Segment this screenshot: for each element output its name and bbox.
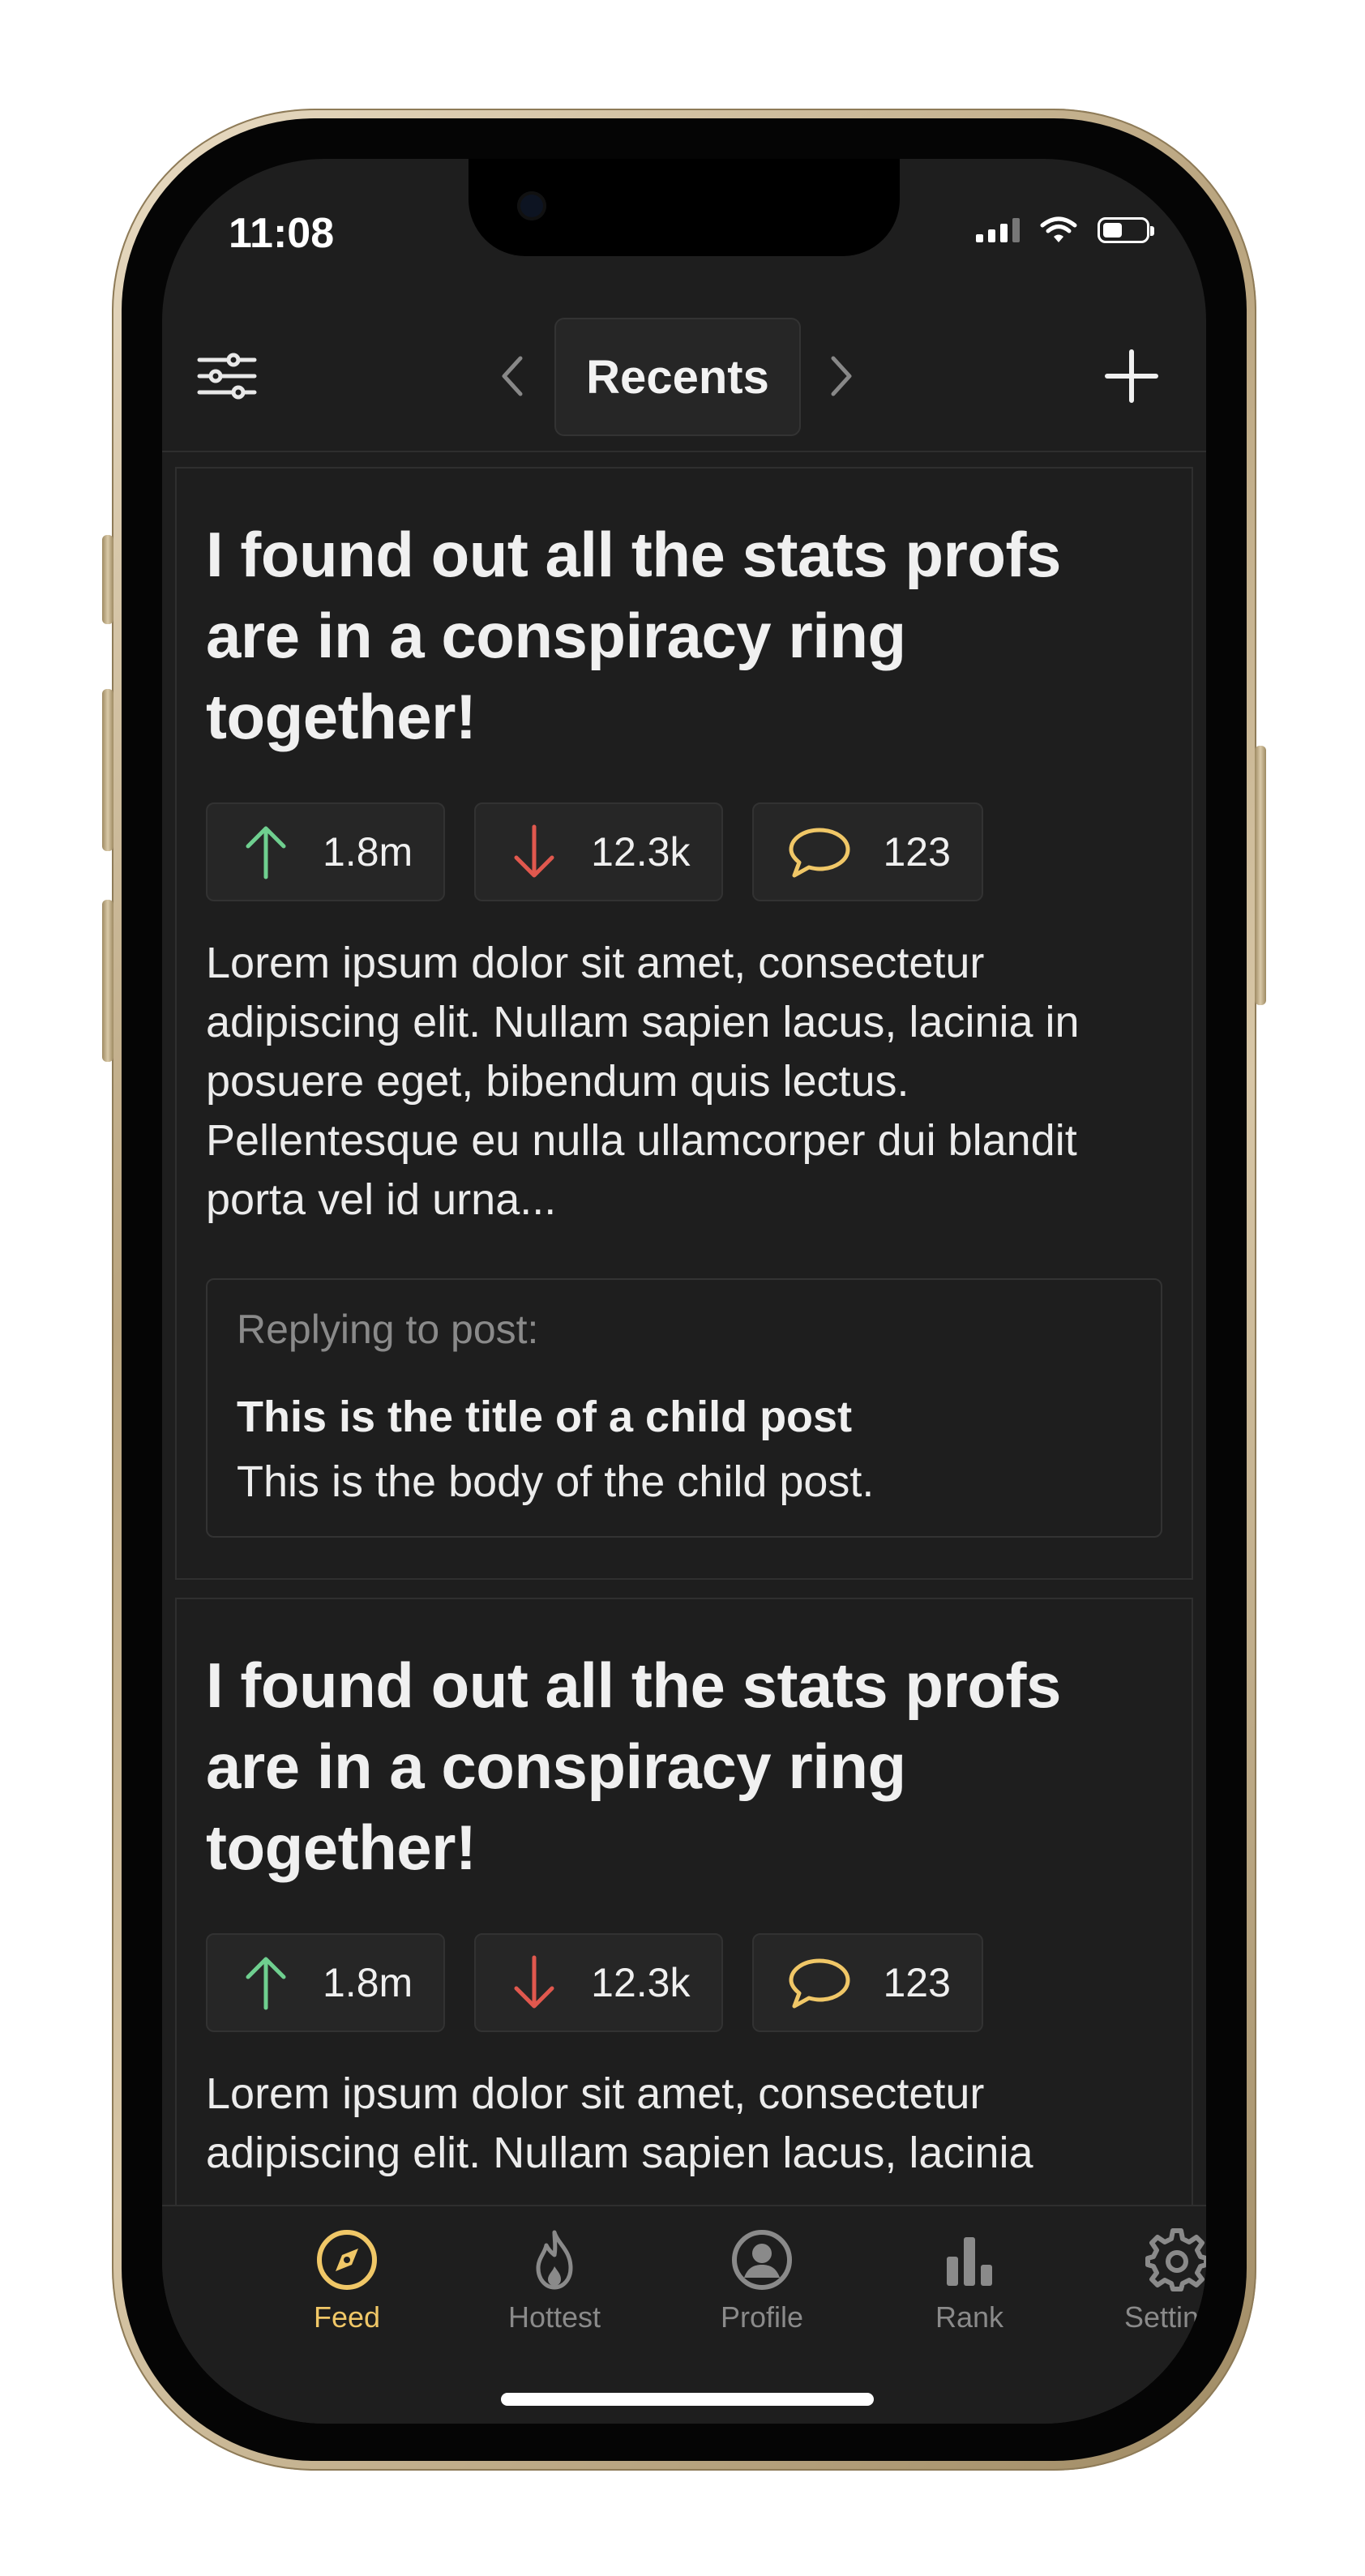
reply-preview[interactable]: Replying to post: This is the title of a… — [206, 1278, 1162, 1538]
reply-title: This is the title of a child post — [237, 1393, 853, 1441]
post-stats: 1.8m 12.3k 123 — [206, 802, 1162, 901]
downvote-button[interactable]: 12.3k — [474, 1933, 723, 2032]
cellular-signal-icon — [976, 218, 1020, 242]
bar-chart-icon — [947, 2237, 992, 2286]
upvote-count: 1.8m — [323, 1960, 413, 2005]
front-camera — [517, 191, 546, 220]
screen: 11:08 Recents I found out all the stats … — [162, 159, 1206, 2424]
tab-rank[interactable]: Rank — [888, 2227, 1050, 2334]
bottom-tab-bar: Feed Hottest Profile Rank Settin — [162, 2205, 1206, 2424]
speech-bubble-icon — [789, 828, 849, 878]
tab-label: Hottest — [507, 2300, 601, 2334]
reply-label: Replying to post: — [237, 1307, 539, 1352]
power-button — [1255, 746, 1266, 1005]
top-header: Recents — [162, 313, 1206, 452]
speech-bubble-icon — [789, 1958, 849, 2009]
post-body: Lorem ipsum dolor sit amet, consectetur … — [206, 2069, 1033, 2177]
post-card[interactable]: I found out all the stats profs are in a… — [175, 467, 1193, 1580]
user-circle-icon — [732, 2230, 792, 2290]
tab-label: Settings — [1123, 2300, 1206, 2334]
upvote-count: 1.8m — [323, 829, 413, 875]
chevron-right-icon[interactable] — [825, 352, 858, 400]
tab-label: Feed — [313, 2300, 381, 2334]
feed-title[interactable]: Recents — [554, 318, 801, 436]
notch — [469, 159, 900, 256]
post-title: I found out all the stats profs are in a… — [206, 519, 1061, 752]
wifi-icon — [1040, 216, 1077, 242]
battery-icon — [1098, 217, 1154, 243]
compass-icon — [317, 2230, 377, 2290]
tab-label: Profile — [720, 2300, 804, 2334]
comments-button[interactable]: 123 — [751, 802, 983, 901]
plus-icon[interactable] — [1102, 347, 1161, 405]
comment-count: 123 — [883, 1960, 951, 2005]
post-stats: 1.8m 12.3k 123 — [206, 1933, 1162, 2032]
gear-icon — [1145, 2228, 1206, 2291]
tab-label: Rank — [935, 2300, 1004, 2334]
status-time: 11:08 — [229, 210, 335, 257]
downvote-count: 12.3k — [591, 829, 691, 875]
downvote-count: 12.3k — [591, 1960, 691, 2005]
arrow-up-icon — [246, 826, 286, 879]
chevron-left-icon[interactable] — [496, 352, 528, 400]
filter-sliders-icon[interactable] — [196, 345, 258, 407]
tab-settings[interactable]: Settings — [1096, 2227, 1206, 2334]
downvote-button[interactable]: 12.3k — [474, 802, 723, 901]
status-icons — [976, 216, 1154, 245]
post-feed: I found out all the stats profs are in a… — [175, 467, 1193, 2243]
tab-feed[interactable]: Feed — [266, 2227, 428, 2334]
reply-body: This is the body of the child post. — [237, 1457, 875, 1506]
tab-profile[interactable]: Profile — [681, 2227, 843, 2334]
silent-switch — [102, 535, 113, 624]
volume-up-button — [102, 689, 113, 851]
upvote-button[interactable]: 1.8m — [206, 1933, 446, 2032]
home-indicator[interactable] — [501, 2393, 874, 2406]
upvote-button[interactable]: 1.8m — [206, 802, 446, 901]
post-body: Lorem ipsum dolor sit amet, consectetur … — [206, 939, 1080, 1224]
arrow-up-icon — [246, 1957, 286, 2010]
post-title: I found out all the stats profs are in a… — [206, 1650, 1061, 1883]
post-card[interactable]: I found out all the stats profs are in a… — [175, 1598, 1193, 2225]
comments-button[interactable]: 123 — [751, 1933, 983, 2032]
comment-count: 123 — [883, 829, 951, 875]
volume-down-button — [102, 900, 113, 1062]
arrow-down-icon — [514, 824, 554, 878]
arrow-down-icon — [514, 1955, 554, 2009]
tab-hottest[interactable]: Hottest — [473, 2227, 635, 2334]
flame-icon — [536, 2230, 573, 2290]
